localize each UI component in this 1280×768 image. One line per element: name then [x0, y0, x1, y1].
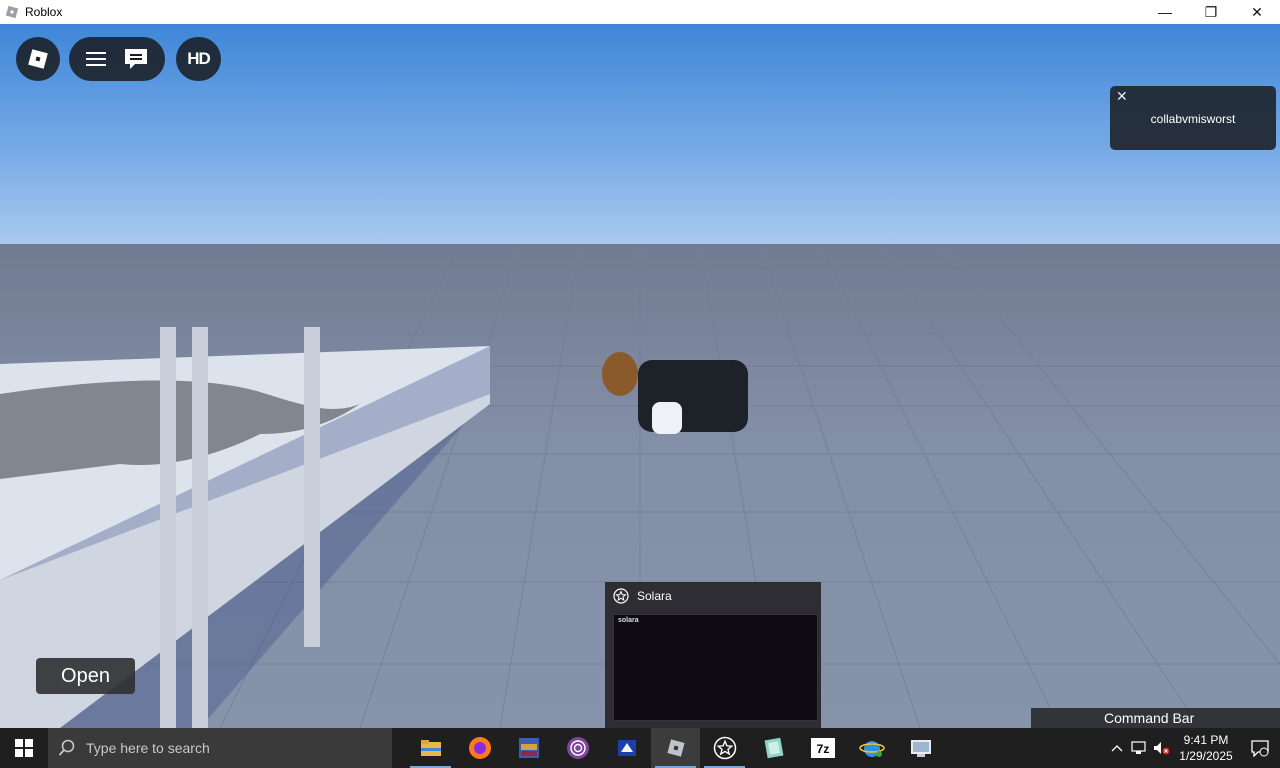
taskbar-winrar[interactable]	[504, 728, 553, 768]
taskbar-apps: 7z	[406, 728, 945, 768]
close-icon[interactable]: ✕	[1116, 88, 1128, 105]
notification-message: collabvmisworst	[1150, 112, 1236, 126]
windows-logo-icon	[15, 739, 33, 757]
hamburger-menu-icon[interactable]	[85, 50, 107, 68]
preview-thumbnail: solara	[613, 614, 818, 721]
chevron-up-icon[interactable]	[1106, 744, 1128, 752]
svg-text:7z: 7z	[816, 742, 829, 756]
search-icon	[58, 739, 75, 756]
taskbar-roblox[interactable]	[651, 728, 700, 768]
star-icon	[613, 588, 629, 604]
preview-title: Solara	[637, 589, 672, 603]
control-panel-icon	[910, 740, 931, 757]
chat-icon[interactable]	[123, 47, 149, 71]
internet-explorer-icon	[858, 741, 885, 757]
search-placeholder: Type here to search	[86, 740, 210, 756]
taskbar-file-explorer[interactable]	[406, 728, 455, 768]
taskbar-paint[interactable]	[602, 728, 651, 768]
windows-taskbar: Type here to search 7z 9:41 PM 1/29/2025	[0, 728, 1280, 768]
taskbar-solara[interactable]	[700, 728, 749, 768]
volume-muted-icon[interactable]	[1150, 740, 1172, 756]
restore-button[interactable]: ❐	[1188, 0, 1234, 24]
hd-button[interactable]: HD	[176, 37, 221, 81]
close-button[interactable]: ✕	[1234, 0, 1280, 24]
taskbar-clock[interactable]: 9:41 PM 1/29/2025	[1172, 732, 1240, 764]
thumbnail-title: solara	[618, 617, 639, 624]
command-bar[interactable]: Command Bar	[1031, 708, 1280, 728]
system-tray: 9:41 PM 1/29/2025	[1106, 728, 1280, 768]
notification-center-icon[interactable]	[1240, 728, 1280, 768]
roblox-app-icon	[5, 5, 19, 19]
clock-date: 1/29/2025	[1179, 749, 1233, 763]
7zip-icon: 7z	[810, 738, 835, 758]
window-controls: — ❐ ✕	[1142, 0, 1280, 24]
star-icon	[713, 736, 736, 760]
taskbar-7zip[interactable]: 7z	[798, 728, 847, 768]
tor-browser-icon	[566, 737, 589, 759]
game-viewport[interactable]: HD ✕ collabvmisworst Open Solara solara …	[0, 24, 1280, 728]
taskbar-tor-browser[interactable]	[553, 728, 602, 768]
taskbar-internet-explorer[interactable]	[847, 728, 896, 768]
taskbar-notepad-plus[interactable]	[749, 728, 798, 768]
menu-chat-group	[69, 37, 165, 81]
winrar-icon	[518, 738, 539, 758]
taskbar-control-panel[interactable]	[896, 728, 945, 768]
roblox-logo-button[interactable]	[16, 37, 60, 81]
notepad-plus-icon	[764, 737, 783, 759]
solara-window-preview[interactable]: Solara solara	[605, 582, 821, 728]
player-avatar	[602, 352, 748, 434]
folder-icon	[420, 740, 441, 756]
taskbar-firefox[interactable]	[455, 728, 504, 768]
taskbar-search[interactable]: Type here to search	[48, 728, 392, 768]
paint-icon	[617, 740, 636, 756]
roblox-logo-icon	[28, 49, 48, 69]
window-title: Roblox	[25, 5, 63, 19]
preview-header: Solara	[605, 582, 821, 610]
open-button[interactable]: Open	[36, 658, 135, 694]
clock-time: 9:41 PM	[1183, 733, 1229, 747]
firefox-icon	[468, 737, 491, 759]
minimize-button[interactable]: —	[1142, 0, 1188, 24]
network-icon[interactable]	[1128, 740, 1150, 756]
roblox-icon	[666, 739, 685, 757]
start-button[interactable]	[0, 728, 48, 768]
notification-toast: ✕ collabvmisworst	[1110, 86, 1276, 150]
window-titlebar: Roblox — ❐ ✕	[0, 0, 1280, 24]
